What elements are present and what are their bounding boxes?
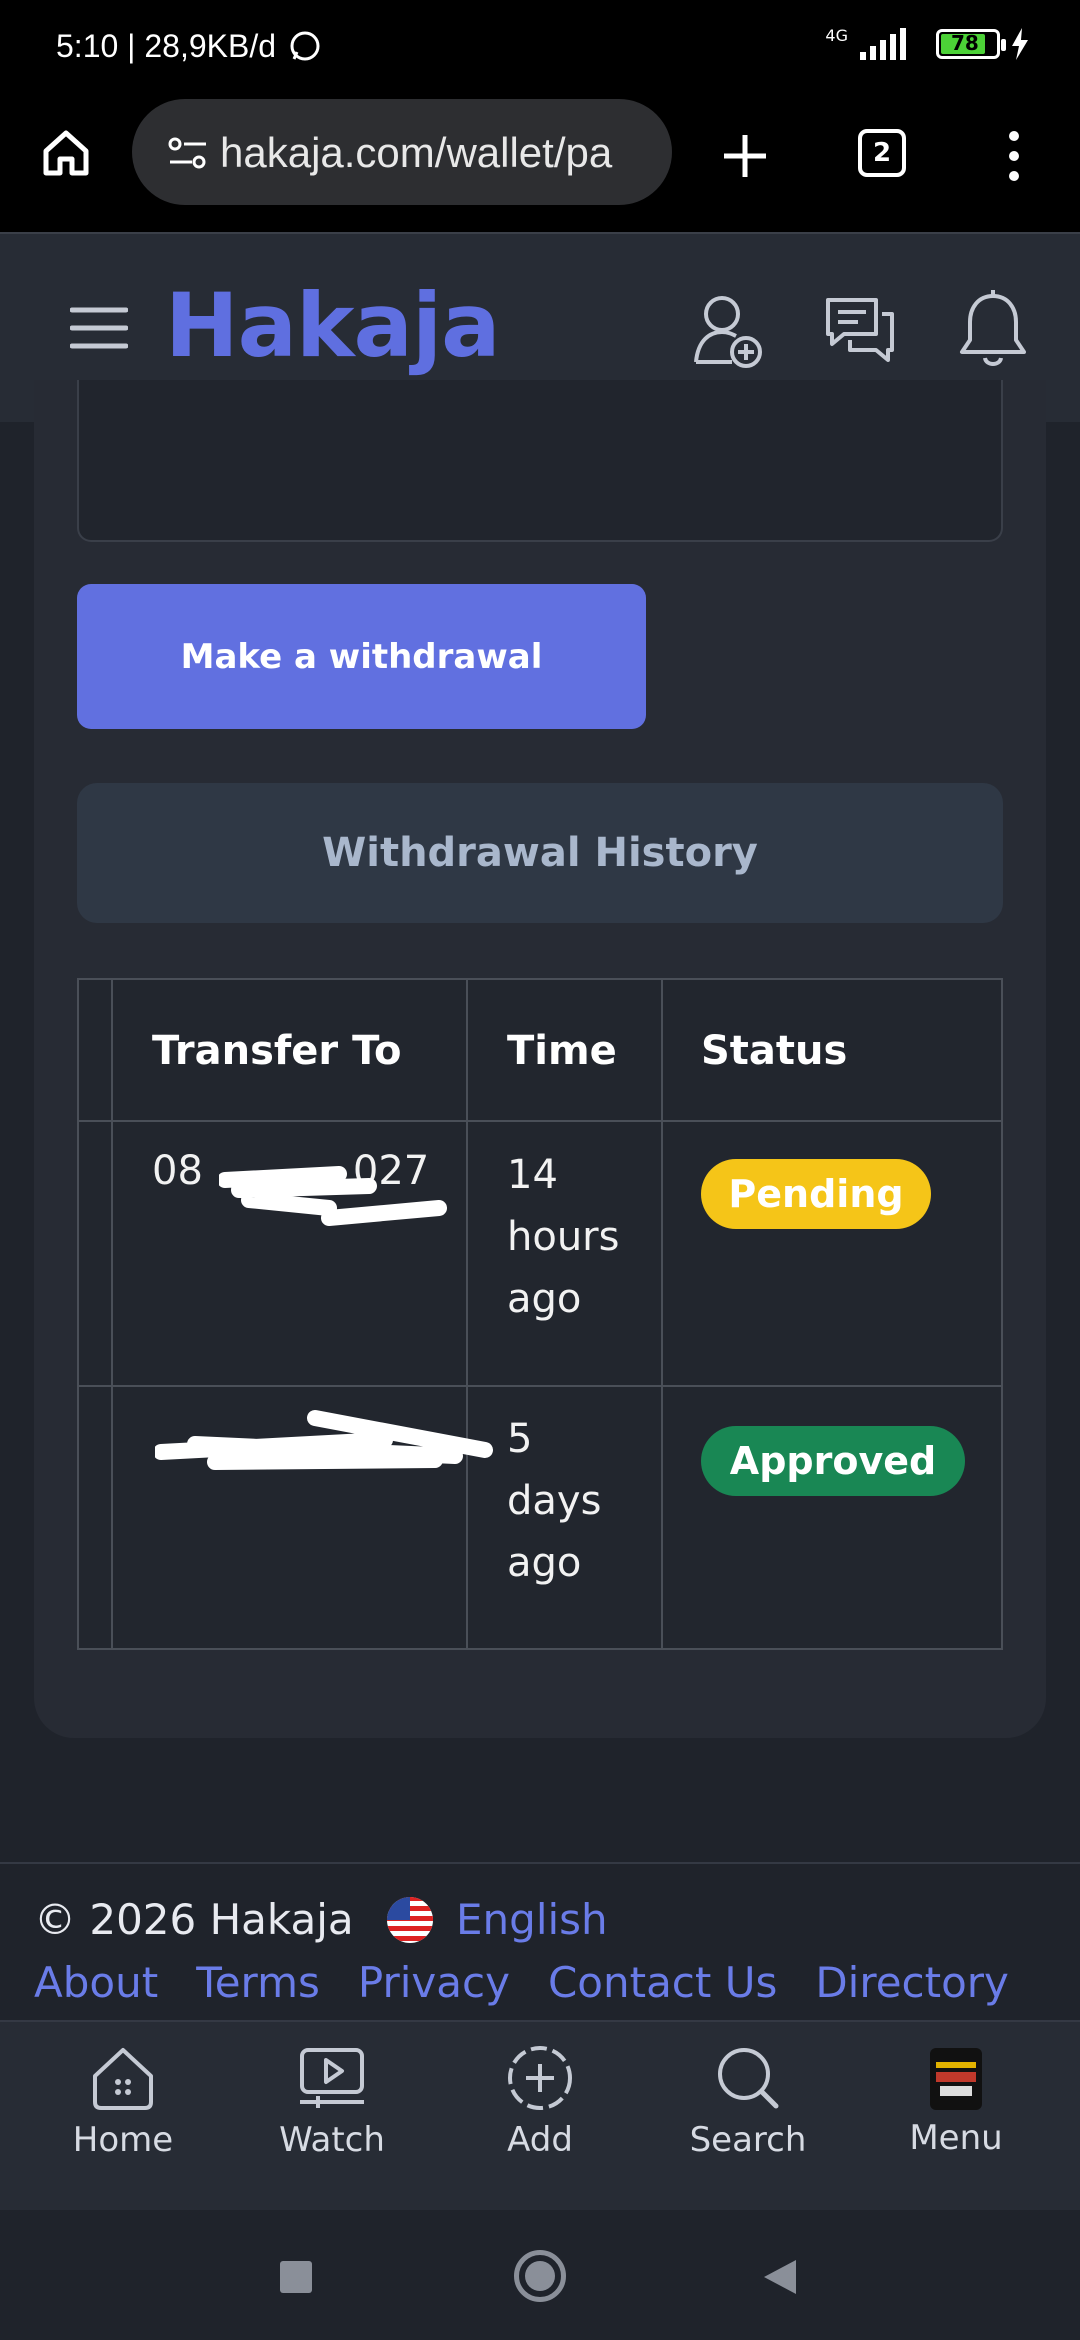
url-bar[interactable]: hakaja.com/wallet/pa — [132, 99, 672, 205]
status-bar: 5:10 | 28,9KB/d 4G 78 — [0, 0, 1080, 95]
time-value: 14 hours ago — [507, 1152, 620, 1322]
redaction-scribble — [155, 1410, 493, 1470]
add-friend-icon[interactable] — [692, 292, 764, 370]
time-value: 5 days ago — [507, 1416, 602, 1586]
status-indicators: 4G 78 — [825, 25, 1030, 60]
brand-logo[interactable]: Hakaja — [165, 274, 500, 377]
status-badge: Pending — [701, 1159, 931, 1229]
language-selector[interactable]: English — [386, 1895, 608, 1944]
charging-icon — [1012, 28, 1028, 60]
column-header-time: Time — [507, 1028, 617, 1074]
status-badge: Approved — [701, 1426, 965, 1496]
battery-icon: 78 — [936, 29, 1006, 59]
footer-copyright: © 2026 Hakaja — [34, 1895, 354, 1944]
footer-link-terms[interactable]: Terms — [196, 1958, 320, 2007]
column-header-status: Status — [701, 1028, 848, 1074]
footer-link-about[interactable]: About — [34, 1958, 158, 2007]
add-icon — [508, 2046, 572, 2110]
wallet-form-box — [77, 380, 1003, 542]
us-flag-icon — [387, 1896, 433, 1943]
tab-switcher-button[interactable]: 2 — [858, 129, 906, 177]
search-icon — [718, 2048, 779, 2109]
network-label: 4G — [825, 25, 848, 45]
signal-icon — [860, 28, 906, 60]
status-time: 5:10 | 28,9KB/d — [56, 28, 321, 65]
home-icon[interactable] — [40, 127, 92, 179]
bottom-navigation: Home Watch Add Search Menu — [0, 2020, 1080, 2210]
browser-toolbar: hakaja.com/wallet/pa 2 — [0, 95, 1080, 232]
video-icon — [300, 2048, 364, 2108]
url-text: hakaja.com/wallet/pa — [220, 129, 613, 176]
footer-link-directory[interactable]: Directory — [815, 1958, 1009, 2007]
redaction-scribble — [219, 1166, 447, 1226]
nav-menu[interactable]: Menu — [866, 2042, 1046, 2158]
home-icon — [93, 2048, 153, 2110]
footer-link-contact-us[interactable]: Contact Us — [548, 1958, 777, 2007]
make-withdrawal-button[interactable]: Make a withdrawal — [77, 584, 646, 729]
nav-home[interactable]: Home — [33, 2042, 213, 2160]
site-settings-icon[interactable] — [168, 135, 208, 171]
messages-icon[interactable] — [824, 294, 896, 366]
nav-add[interactable]: Add — [450, 2042, 630, 2160]
withdrawal-history-table: Transfer To Time Status 08 027 14 hours a… — [77, 978, 1003, 1650]
hamburger-menu-icon[interactable] — [70, 304, 128, 352]
withdrawal-history-header: Withdrawal History — [77, 783, 1003, 923]
notifications-bell-icon[interactable] — [958, 290, 1028, 370]
system-navigation-bar — [0, 2210, 1080, 2340]
column-header-transfer-to: Transfer To — [152, 1028, 402, 1074]
footer-links: About Terms Privacy Contact Us Directory — [34, 1958, 1009, 2007]
back-button[interactable] — [762, 2258, 798, 2296]
menu-avatar — [930, 2048, 982, 2110]
nav-watch[interactable]: Watch — [242, 2042, 422, 2160]
language-label: English — [456, 1895, 608, 1944]
more-options-icon[interactable] — [1004, 129, 1024, 183]
whatsapp-icon — [290, 31, 320, 61]
recents-button[interactable] — [280, 2261, 312, 2293]
home-button[interactable] — [514, 2250, 566, 2302]
nav-search[interactable]: Search — [658, 2042, 838, 2160]
new-tab-icon[interactable] — [720, 131, 770, 181]
footer-link-privacy[interactable]: Privacy — [358, 1958, 510, 2007]
tab-count: 2 — [872, 138, 892, 168]
footer-divider — [0, 1862, 1080, 1864]
